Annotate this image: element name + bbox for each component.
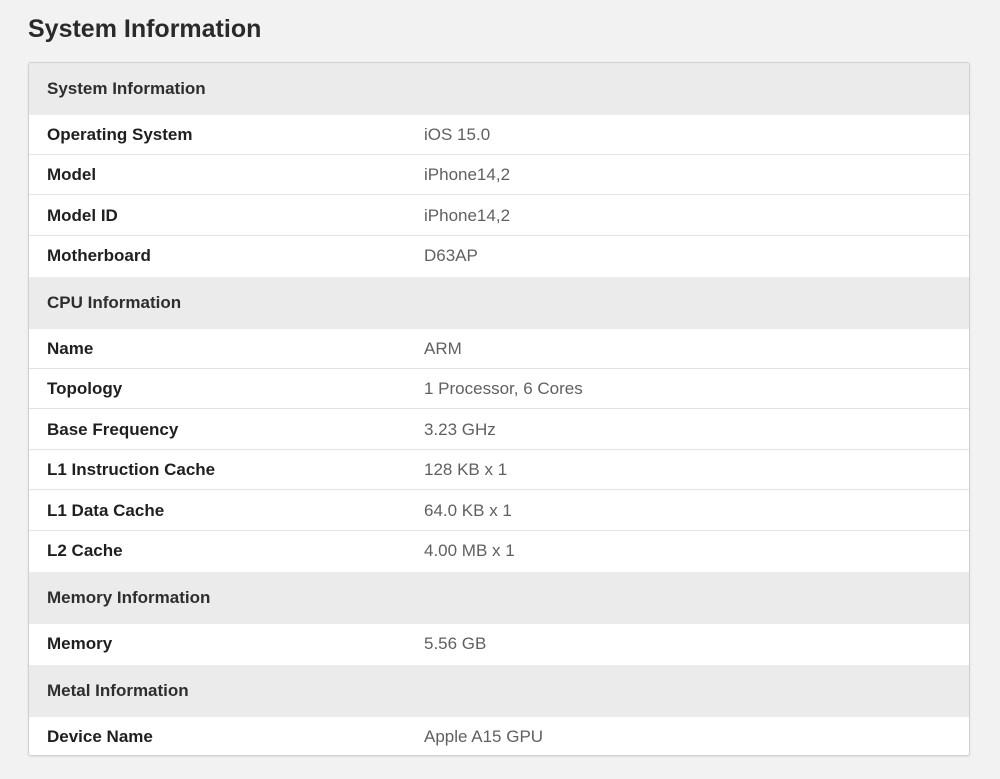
info-row-motherboard: Motherboard D63AP	[29, 236, 969, 276]
info-value: iPhone14,2	[424, 205, 511, 225]
info-value: 64.0 KB x 1	[424, 500, 512, 520]
info-key: Motherboard	[47, 246, 151, 265]
info-value: 5.56 GB	[424, 634, 487, 653]
system-information-panel: System Information Operating System iOS …	[28, 62, 970, 756]
info-row-base-frequency: Base Frequency 3.23 GHz	[29, 410, 969, 450]
section-header-memory-information: Memory Information	[29, 572, 969, 624]
section-title: Memory Information	[47, 588, 211, 607]
info-row-topology: Topology 1 Processor, 6 Cores	[29, 369, 969, 409]
info-key: Model ID	[47, 205, 118, 225]
info-key: Base Frequency	[47, 419, 179, 439]
info-key: L1 Instruction Cache	[47, 459, 216, 479]
info-key: Model	[47, 164, 97, 184]
info-key: Memory	[47, 634, 113, 653]
info-row-l1-instruction-cache: L1 Instruction Cache 128 KB x 1	[29, 450, 969, 490]
section-header-metal-information: Metal Information	[29, 665, 969, 717]
info-value: 1 Processor, 6 Cores	[424, 378, 583, 398]
page-title: System Information	[28, 15, 262, 43]
info-value: D63AP	[424, 246, 478, 265]
info-row-model-id: Model ID iPhone14,2	[29, 196, 969, 236]
info-row-model: Model iPhone14,2	[29, 155, 969, 195]
section-title: System Information	[47, 79, 206, 98]
info-row-operating-system: Operating System iOS 15.0	[29, 115, 969, 155]
info-value: Apple A15 GPU	[424, 727, 544, 746]
section-header-cpu-information: CPU Information	[29, 277, 969, 329]
section-title: Metal Information	[47, 681, 189, 700]
info-key: Device Name	[47, 727, 153, 746]
info-row-l1-data-cache: L1 Data Cache 64.0 KB x 1	[29, 491, 969, 531]
info-row-l2-cache: L2 Cache 4.00 MB x 1	[29, 531, 969, 571]
info-row-memory: Memory 5.56 GB	[29, 624, 969, 664]
info-key: L1 Data Cache	[47, 500, 165, 520]
info-key: Name	[47, 338, 94, 358]
info-value: 128 KB x 1	[424, 459, 508, 479]
info-key: Topology	[47, 378, 123, 398]
info-row-name: Name ARM	[29, 329, 969, 369]
section-title: CPU Information	[47, 293, 182, 312]
info-value: iOS 15.0	[424, 124, 491, 144]
info-row-device-name: Device Name Apple A15 GPU	[29, 717, 969, 755]
info-value: iPhone14,2	[424, 164, 511, 184]
info-value: ARM	[424, 338, 462, 358]
info-value: 3.23 GHz	[424, 419, 496, 439]
info-value: 4.00 MB x 1	[424, 541, 515, 560]
info-key: L2 Cache	[47, 541, 123, 560]
section-header-system-information: System Information	[29, 63, 969, 115]
info-key: Operating System	[47, 124, 193, 144]
